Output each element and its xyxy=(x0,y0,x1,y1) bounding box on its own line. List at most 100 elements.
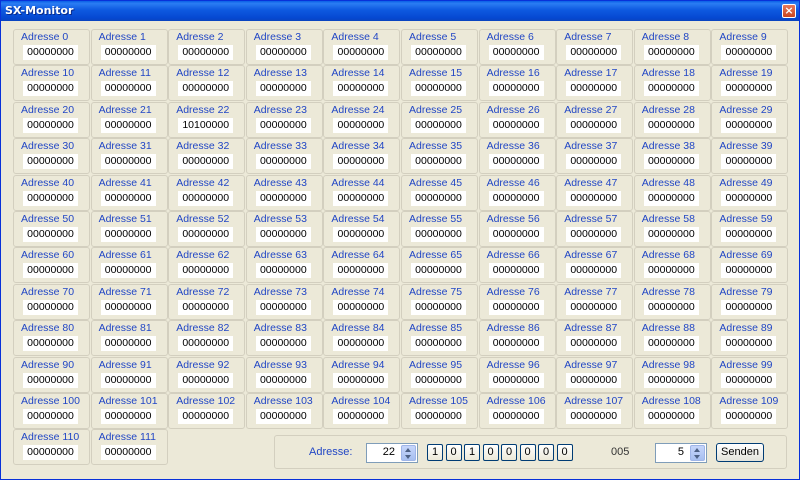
address-cell: Adresse 44 00000000 xyxy=(323,174,401,211)
address-cell: Adresse 92 00000000 xyxy=(168,356,246,393)
address-spinner[interactable]: 22 xyxy=(366,443,418,463)
address-value: 00000000 xyxy=(566,263,622,279)
address-value: 00000000 xyxy=(488,336,544,352)
title-bar[interactable]: SX-Monitor × xyxy=(1,1,799,21)
address-cell: Adresse 73 00000000 xyxy=(245,283,323,320)
address-label: Adresse 26 xyxy=(486,103,540,116)
address-label: Adresse 65 xyxy=(409,249,463,262)
address-cell: Adresse 29 00000000 xyxy=(711,101,789,138)
address-cell: Adresse 65 00000000 xyxy=(401,247,478,284)
address-label: Adresse 48 xyxy=(641,176,695,189)
bit-button-6[interactable]: 0 xyxy=(538,444,554,461)
spin-up-icon[interactable] xyxy=(694,448,700,452)
address-value: 00000000 xyxy=(255,227,311,242)
address-cell: Adresse 48 00000000 xyxy=(633,174,711,211)
address-value: 00000000 xyxy=(411,263,466,279)
address-cell: Adresse 106 00000000 xyxy=(478,393,556,429)
value-spinner-buttons[interactable] xyxy=(690,445,705,461)
address-label: Adresse 102 xyxy=(176,395,236,407)
address-label: Adresse 47 xyxy=(564,176,618,189)
address-label: Adresse 37 xyxy=(564,140,618,153)
address-value: 00000000 xyxy=(255,336,311,352)
address-cell: Adresse 31 00000000 xyxy=(90,138,168,175)
bit-button-5[interactable]: 0 xyxy=(519,444,536,461)
address-cell: Adresse 0 00000000 xyxy=(13,29,90,65)
address-label: Adresse 55 xyxy=(409,213,463,225)
address-label: Adresse 110 xyxy=(21,431,80,444)
send-button[interactable]: Senden xyxy=(716,443,764,462)
address-value: 00000000 xyxy=(566,336,622,352)
address-label: Adresse 88 xyxy=(641,322,695,335)
address-cell: Adresse 82 00000000 xyxy=(168,320,246,357)
address-spinner-value[interactable]: 22 xyxy=(383,446,395,458)
address-label: Adresse 64 xyxy=(331,249,385,262)
address-cell: Adresse 39 00000000 xyxy=(711,138,789,175)
address-label: Adresse 41 xyxy=(98,176,152,189)
address-value: 00000000 xyxy=(333,117,389,133)
spin-down-icon[interactable] xyxy=(405,455,411,459)
address-cell: Adresse 12 00000000 xyxy=(168,65,246,102)
address-label: Adresse 7 xyxy=(564,31,612,43)
address-label: Adresse 105 xyxy=(409,395,468,407)
address-cell: Adresse 89 00000000 xyxy=(711,320,789,357)
address-value: 00000000 xyxy=(721,409,777,424)
address-cell: Adresse 55 00000000 xyxy=(401,211,478,247)
bit-button-0[interactable]: 1 xyxy=(427,444,443,461)
address-label: Adresse 94 xyxy=(331,358,385,371)
bit-button-4[interactable]: 0 xyxy=(501,444,517,461)
address-label: Adresse 73 xyxy=(253,285,307,298)
address-cell: Adresse 8 00000000 xyxy=(633,29,711,65)
address-label: Adresse 103 xyxy=(253,395,313,407)
address-value: 00000000 xyxy=(100,336,156,352)
value-spinner[interactable]: 5 xyxy=(655,443,707,463)
address-value: 00000000 xyxy=(411,227,466,242)
address-value: 00000000 xyxy=(643,336,699,352)
address-cell: Adresse 72 00000000 xyxy=(168,283,246,320)
address-cell: Adresse 42 00000000 xyxy=(168,174,246,211)
bit-button-7[interactable]: 0 xyxy=(556,444,573,461)
address-value: 00000000 xyxy=(566,409,622,424)
address-value: 00000000 xyxy=(100,81,156,97)
address-label: Adresse 96 xyxy=(486,358,540,371)
address-cell: Adresse 62 00000000 xyxy=(168,247,246,284)
address-value: 00000000 xyxy=(100,299,156,315)
address-label: Adresse 42 xyxy=(176,176,230,189)
address-value: 00000000 xyxy=(411,81,466,97)
address-value: 00000000 xyxy=(23,81,78,97)
address-cell: Adresse 69 00000000 xyxy=(711,247,789,284)
address-cell: Adresse 41 00000000 xyxy=(90,174,168,211)
address-cell: Adresse 33 00000000 xyxy=(245,138,323,175)
address-cell: Adresse 53 00000000 xyxy=(245,211,323,247)
address-label: Adresse 82 xyxy=(176,322,230,335)
bit-button-2[interactable]: 1 xyxy=(464,444,480,461)
address-value: 00000000 xyxy=(100,445,156,461)
value-spinner-value[interactable]: 5 xyxy=(678,446,684,458)
close-button[interactable]: × xyxy=(782,4,796,18)
address-label: Adresse 97 xyxy=(564,358,618,371)
bit-button-3[interactable]: 0 xyxy=(482,444,499,461)
address-label: Adresse 10 xyxy=(21,67,75,80)
address-cell: Adresse 81 00000000 xyxy=(90,320,168,357)
spin-down-icon[interactable] xyxy=(694,455,700,459)
address-label: Adresse 74 xyxy=(331,285,385,298)
address-value: 00000000 xyxy=(721,263,777,279)
address-cell: Adresse 28 00000000 xyxy=(633,101,711,138)
address-label: Adresse 5 xyxy=(409,31,457,43)
address-value: 00000000 xyxy=(721,45,777,60)
address-spinner-buttons[interactable] xyxy=(401,445,416,461)
address-cell: Adresse 54 00000000 xyxy=(323,211,401,247)
address-label: Adresse 69 xyxy=(719,249,773,262)
bit-button-1[interactable]: 0 xyxy=(445,444,462,461)
address-label: Adresse 68 xyxy=(641,249,695,262)
address-value: 00000000 xyxy=(178,154,234,170)
address-value: 00000000 xyxy=(566,154,622,170)
address-value: 00000000 xyxy=(411,336,466,352)
address-label: Adresse 27 xyxy=(564,103,618,116)
address-value: 00000000 xyxy=(23,299,78,315)
spin-up-icon[interactable] xyxy=(405,448,411,452)
address-label: Adresse 81 xyxy=(98,322,152,335)
address-value: 00000000 xyxy=(643,154,699,170)
address-value: 00000000 xyxy=(178,299,234,315)
address-value: 00000000 xyxy=(333,227,389,242)
address-cell: Adresse 50 00000000 xyxy=(13,211,90,247)
